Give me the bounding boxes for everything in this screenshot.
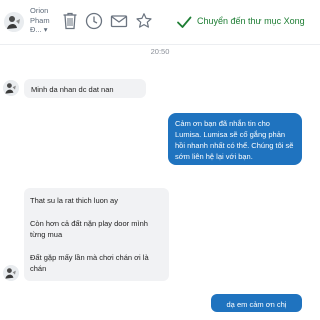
contact-avatar[interactable] xyxy=(4,12,24,32)
move-to-done-button[interactable]: Chuyển đến thư mục Xong xyxy=(197,16,305,26)
avatar-figure-icon xyxy=(4,12,24,32)
avatar-figure-icon xyxy=(3,265,19,281)
incoming-message: Đất gặp mấy lần mà chơi chán ơi là chán xyxy=(30,253,149,273)
contact-name-first: Orion xyxy=(30,6,49,15)
message-timestamp: 20:50 xyxy=(150,47,170,56)
mail-icon[interactable] xyxy=(109,11,129,31)
incoming-message-group: That su la rat thich luon ay Còn hơn cả … xyxy=(24,188,169,281)
contact-avatar-small xyxy=(3,80,19,96)
outgoing-message: dạ em cảm ơn chị xyxy=(211,294,302,312)
trash-icon[interactable] xyxy=(60,11,80,31)
star-icon[interactable] xyxy=(134,11,154,31)
chevron-down-icon[interactable]: ▾ xyxy=(44,25,48,34)
incoming-message: That su la rat thich luon ay xyxy=(30,196,118,205)
avatar-figure-icon xyxy=(3,80,19,96)
outgoing-message: Cảm ơn bạn đã nhắn tin cho Lumisa. Lumis… xyxy=(168,113,302,165)
contact-name[interactable]: Orion Pham Đ... ▾ xyxy=(30,6,56,35)
incoming-message: Còn hơn cả đất nặn play door mình từng m… xyxy=(30,219,148,239)
conversation-toolbar: Orion Pham Đ... ▾ Chuyển đến thư mục Xon… xyxy=(0,0,320,45)
contact-avatar-small xyxy=(3,265,19,281)
clock-icon[interactable] xyxy=(84,11,104,31)
contact-status: Đ... ▾ xyxy=(30,25,48,34)
incoming-message: Minh da nhan dc dat nan xyxy=(24,79,146,98)
check-icon[interactable] xyxy=(174,12,194,32)
